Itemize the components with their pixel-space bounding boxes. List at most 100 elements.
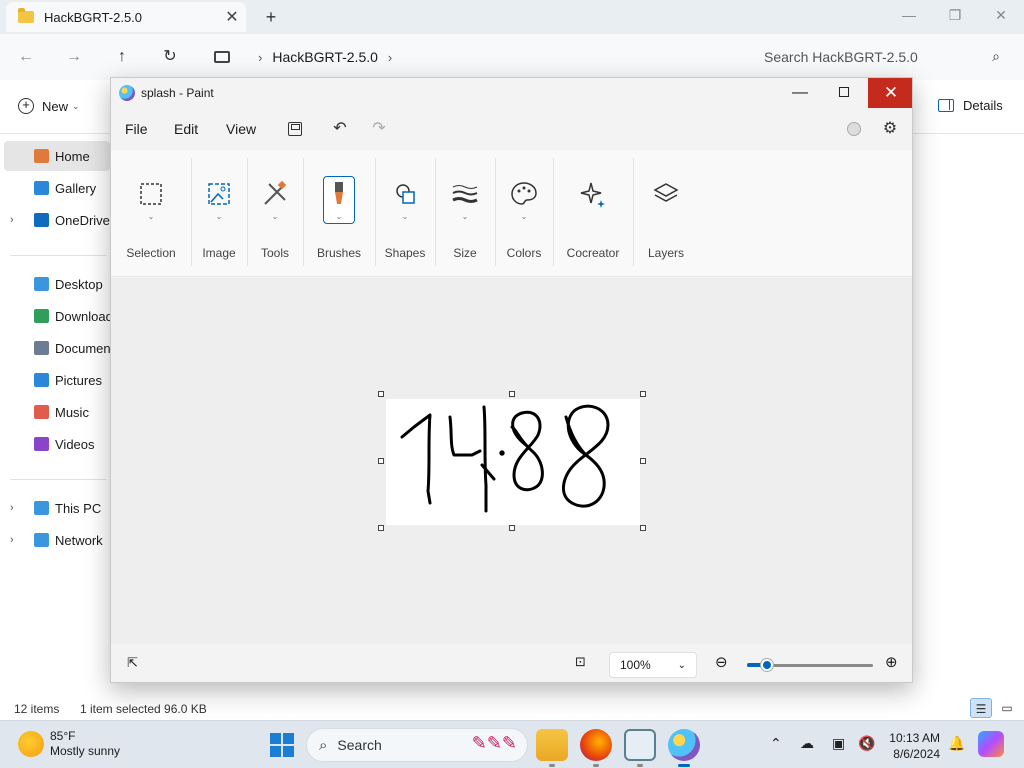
settings-gear-icon[interactable]: ⚙ [879, 118, 901, 140]
sidebar-item-this-pc[interactable]: › This PC [0, 493, 110, 523]
ribbon-group-layers[interactable]: Layers [633, 150, 699, 277]
sidebar-item-desktop[interactable]: Desktop [0, 269, 110, 299]
layers-icon[interactable] [650, 178, 682, 210]
sidebar-item-network[interactable]: › Network [0, 525, 110, 555]
chevron-down-icon[interactable]: ⌄ [272, 212, 279, 221]
menu-file[interactable]: File [125, 121, 148, 137]
tab-close-icon[interactable]: ✕ [218, 7, 246, 27]
ribbon-group-colors[interactable]: ⌄ Colors [495, 150, 553, 277]
search-input[interactable]: Search HackBGRT-2.5.0 ⌕ [748, 41, 1016, 73]
status-bar: 12 items 1 item selected 96.0 KB ☰ ▭ [0, 696, 1024, 720]
weather-widget[interactable]: 85°F Mostly sunny [18, 729, 120, 759]
display-icon[interactable]: ▣ [832, 735, 845, 752]
paint-minimize-button[interactable]: — [779, 78, 821, 108]
chevron-down-icon[interactable]: ⌄ [148, 212, 155, 221]
new-tab-button[interactable]: + [258, 4, 284, 30]
chevron-down-icon[interactable]: ⌄ [336, 212, 343, 221]
ribbon-group-selection[interactable]: ⌄ Selection [111, 150, 191, 277]
resize-handle[interactable] [640, 458, 646, 464]
firefox-app-icon[interactable] [580, 729, 612, 761]
taskbar-search[interactable]: ⌕ Search ✎✎✎ [306, 728, 528, 762]
image-icon[interactable] [203, 178, 235, 210]
chevron-down-icon[interactable]: ⌄ [402, 212, 409, 221]
sidebar-item-documents[interactable]: Documents [0, 333, 110, 363]
close-button[interactable]: ✕ [978, 0, 1024, 30]
zoom-slider-thumb[interactable] [761, 659, 774, 671]
redo-icon[interactable]: ↷ [368, 118, 390, 140]
sidebar-item-gallery[interactable]: Gallery [0, 173, 110, 203]
tab-title: HackBGRT-2.5.0 [44, 9, 143, 25]
fit-to-window-icon[interactable]: ⊡ [575, 654, 586, 670]
expand-chevron-icon[interactable]: › [10, 534, 14, 546]
paint-app-icon[interactable] [668, 729, 700, 761]
sidebar-item-downloads[interactable]: Downloads [0, 301, 110, 331]
file-explorer-app-icon[interactable] [536, 729, 568, 761]
undo-icon[interactable]: ↶ [329, 118, 351, 140]
canvas-area[interactable]: 1488 [111, 278, 912, 644]
save-icon[interactable] [284, 118, 306, 140]
colors-icon[interactable] [508, 178, 540, 210]
resize-handle[interactable] [378, 458, 384, 464]
system-clock[interactable]: 10:13 AM 8/6/2024 [878, 730, 940, 762]
tiles-view-icon[interactable]: ▭ [996, 698, 1018, 718]
zoom-out-icon[interactable]: ⊖ [715, 653, 728, 671]
selection-icon[interactable] [135, 178, 167, 210]
refresh-icon[interactable]: ↻ [156, 44, 184, 70]
drawing-canvas[interactable]: 1488 [386, 399, 640, 525]
expand-chevron-icon[interactable]: › [10, 502, 14, 514]
chevron-down-icon[interactable]: ⌄ [216, 212, 223, 221]
new-button[interactable]: + New ⌄ [18, 98, 80, 114]
minimize-button[interactable]: — [886, 0, 932, 30]
chevron-down-icon[interactable]: ⌄ [521, 212, 528, 221]
expand-chevron-icon[interactable]: › [10, 214, 14, 226]
volume-muted-icon[interactable]: 🔇 [858, 735, 875, 752]
ribbon-group-size[interactable]: ⌄ Size [435, 150, 495, 277]
resize-handle[interactable] [509, 525, 515, 531]
copilot-icon[interactable] [978, 731, 1004, 757]
chevron-right-icon[interactable]: › [258, 50, 262, 65]
up-arrow-icon[interactable]: ↑ [108, 44, 136, 70]
details-button[interactable]: Details [938, 98, 1003, 113]
resize-handle[interactable] [509, 391, 515, 397]
ribbon-group-brushes[interactable]: ⌄ Brushes [303, 150, 375, 277]
ribbon-group-image[interactable]: ⌄ Image [191, 150, 247, 277]
show-hidden-icons-icon[interactable]: ⌃ [770, 735, 782, 752]
resize-handle[interactable] [640, 525, 646, 531]
menu-edit[interactable]: Edit [174, 121, 198, 137]
size-icon[interactable] [449, 178, 481, 210]
paint-maximize-button[interactable] [823, 78, 865, 108]
sidebar-item-onedrive[interactable]: › OneDrive [0, 205, 110, 235]
notification-bell-icon[interactable]: 🔔 [948, 735, 965, 752]
maximize-button[interactable]: ❐ [932, 0, 978, 30]
address-bar[interactable]: › HackBGRT-2.5.0 › [200, 41, 738, 73]
resize-handle[interactable] [378, 391, 384, 397]
shapes-icon[interactable] [389, 178, 421, 210]
account-icon[interactable] [847, 122, 861, 136]
onedrive-offline-icon[interactable]: ☁ [800, 735, 814, 752]
sidebar-item-videos[interactable]: Videos [0, 429, 110, 459]
explorer-tab[interactable]: HackBGRT-2.5.0 ✕ [6, 2, 246, 32]
brushes-icon[interactable] [323, 178, 355, 210]
sidebar-item-home[interactable]: Home [4, 141, 110, 171]
sidebar-item-music[interactable]: Music [0, 397, 110, 427]
details-view-icon[interactable]: ☰ [970, 698, 992, 718]
tools-icon[interactable] [259, 178, 291, 210]
menu-view[interactable]: View [226, 121, 256, 137]
sidebar-item-pictures[interactable]: Pictures [0, 365, 110, 395]
zoom-in-icon[interactable]: ⊕ [885, 653, 898, 671]
forward-arrow-icon[interactable]: → [60, 44, 88, 70]
paint-close-button[interactable]: ✕ [868, 78, 912, 108]
back-arrow-icon[interactable]: ← [12, 44, 40, 70]
zoom-dropdown[interactable]: 100% ⌄ [609, 652, 697, 678]
ribbon-group-cocreator[interactable]: Cocreator [553, 150, 633, 277]
ribbon-group-shapes[interactable]: ⌄ Shapes [375, 150, 435, 277]
start-button[interactable] [270, 733, 294, 757]
cocreator-icon[interactable] [577, 178, 609, 210]
ribbon-group-tools[interactable]: ⌄ Tools [247, 150, 303, 277]
remote-desktop-app-icon[interactable] [624, 729, 656, 761]
chevron-down-icon[interactable]: ⌄ [462, 212, 469, 221]
resize-handle[interactable] [378, 525, 384, 531]
breadcrumb-folder[interactable]: HackBGRT-2.5.0 [272, 49, 378, 65]
chevron-right-icon[interactable]: › [388, 50, 392, 65]
resize-handle[interactable] [640, 391, 646, 397]
